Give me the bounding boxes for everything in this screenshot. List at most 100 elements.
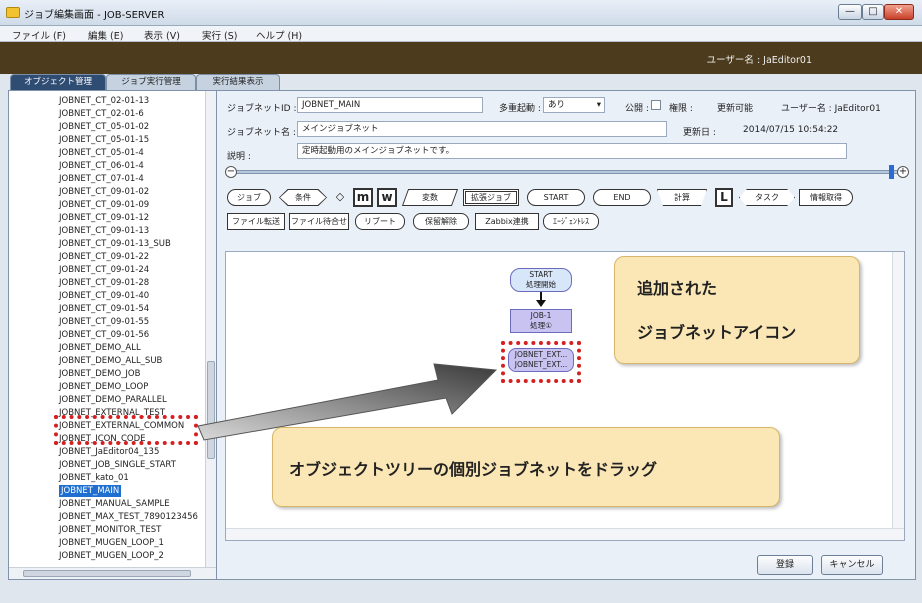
register-button[interactable]: 登録	[757, 555, 813, 575]
tree-item[interactable]: JOBNET_CT_09-01-22	[59, 251, 149, 263]
tree-item[interactable]: JOBNET_CT_09-01-40	[59, 290, 149, 302]
job-node-label: JOB-1	[530, 311, 552, 320]
tree-item[interactable]: JOBNET_MONITOR_TEST	[59, 524, 161, 536]
tree-item[interactable]: JOBNET_MANUAL_SAMPLE	[59, 498, 170, 510]
tree-item[interactable]: JOBNET_CT_05-01-02	[59, 121, 149, 133]
added-callout-line2: ジョブネットアイコン	[637, 323, 797, 342]
tree-item[interactable]: JOBNET_CT_09-01-24	[59, 264, 149, 276]
description-field[interactable]: 定時起動用のメインジョブネットです。	[297, 143, 847, 159]
tool-agentless[interactable]: ｴｰｼﾞｪﾝﾄﾚｽ	[543, 213, 599, 230]
tool-w[interactable]: w	[377, 188, 397, 207]
tool-job[interactable]: ジョブ	[227, 189, 271, 206]
tree-item[interactable]: JOBNET_DEMO_LOOP	[59, 381, 148, 393]
tool-file-transfer[interactable]: ファイル転送	[227, 213, 285, 230]
tool-condition[interactable]: 条件	[279, 189, 327, 206]
zoom-in-icon[interactable]: +	[897, 166, 909, 178]
tool-info-get[interactable]: 情報取得	[799, 189, 853, 206]
public-label: 公開 :	[625, 104, 649, 114]
job-node-sublabel: 処理①	[530, 321, 552, 330]
tree-item[interactable]: JOBNET_CT_02-01-13	[59, 95, 149, 107]
tool-info-icon[interactable]: ◇	[331, 189, 349, 206]
tree-item[interactable]: JOBNET_CT_09-01-12	[59, 212, 149, 224]
multi-start-value: あり	[548, 100, 566, 110]
chevron-down-icon: ▾	[596, 100, 601, 110]
tree-item[interactable]: JOBNET_DEMO_JOB	[59, 368, 140, 380]
jobnet-name-field[interactable]: メインジョブネット	[297, 121, 667, 137]
updated-value: 2014/07/15 10:54:22	[743, 125, 839, 135]
arrow-down-icon	[536, 300, 546, 307]
jobnet-id-label: ジョブネットID :	[227, 104, 297, 114]
tree-item[interactable]: JOBNET_CT_09-01-09	[59, 199, 149, 211]
tree-hscroll-thumb[interactable]	[23, 570, 191, 577]
maximize-button[interactable]: □	[862, 4, 884, 20]
tree-item[interactable]: JOBNET_CT_09-01-55	[59, 316, 149, 328]
tree-horizontal-scrollbar[interactable]	[9, 567, 216, 579]
tree-item[interactable]: JOBNET_CT_09-01-02	[59, 186, 149, 198]
multi-start-select[interactable]: あり ▾	[543, 97, 605, 113]
tree-item[interactable]: JOBNET_MAX_TEST_7890123456	[59, 511, 198, 523]
tool-m[interactable]: m	[353, 188, 373, 207]
tree-item[interactable]: JOBNET_DEMO_ALL	[59, 342, 141, 354]
window-title-bar: ジョブ編集画面 - JOB-SERVER — □ ✕	[0, 0, 922, 26]
tree-item[interactable]: JOBNET_CT_07-01-4	[59, 173, 144, 185]
tool-end[interactable]: END	[593, 189, 651, 206]
menu-edit[interactable]: 編集 (E)	[88, 28, 123, 42]
tool-reboot[interactable]: リブート	[355, 213, 405, 230]
tree-item[interactable]: JOBNET_CT_09-01-56	[59, 329, 149, 341]
tree-item[interactable]: JOBNET_JOB_SINGLE_START	[59, 459, 176, 471]
tab-job-execution[interactable]: ジョブ実行管理	[106, 74, 196, 90]
job-node[interactable]: JOB-1 処理①	[510, 309, 572, 333]
tree-item[interactable]: JOBNET_CT_05-01-15	[59, 134, 149, 146]
tree-item[interactable]: JOBNET_CT_09-01-28	[59, 277, 149, 289]
tree-item[interactable]: JOBNET_kato_01	[59, 472, 129, 484]
tree-item[interactable]: JOBNET_JaEditor04_135	[59, 446, 159, 458]
tree-item[interactable]: JOBNET_CT_09-01-13_SUB	[59, 238, 171, 250]
tree-item[interactable]: JOBNET_MUGEN_LOOP_2	[59, 550, 164, 562]
tool-extended-job[interactable]: 拡張ジョブ	[463, 189, 519, 206]
start-node[interactable]: START 処理開始	[510, 268, 572, 292]
header-bar: ユーザー名 : JaEditor01	[0, 42, 922, 74]
jobnet-id-field[interactable]: JOBNET_MAIN	[297, 97, 483, 113]
tree-item[interactable]: JOBNET_DEMO_ALL_SUB	[59, 355, 162, 367]
zoom-slider-track[interactable]	[231, 170, 899, 174]
close-button[interactable]: ✕	[884, 4, 914, 20]
tool-l[interactable]: L	[715, 188, 733, 207]
cancel-button[interactable]: キャンセル	[821, 555, 883, 575]
object-tree: JOBNET_CT_02-01-13 JOBNET_CT_02-01-6 JOBNE…	[9, 91, 205, 567]
tree-item[interactable]: JOBNET_CT_05-01-4	[59, 147, 144, 159]
tab-execution-result[interactable]: 実行結果表示	[196, 74, 280, 90]
menu-run[interactable]: 実行 (S)	[202, 28, 237, 42]
tree-item[interactable]: JOBNET_MAIN	[59, 485, 122, 497]
tree-item[interactable]: JOBNET_CT_09-01-54	[59, 303, 149, 315]
start-node-label: START	[529, 270, 553, 279]
tool-task[interactable]: タスク	[739, 189, 795, 206]
tab-object-management[interactable]: オブジェクト管理	[10, 74, 106, 90]
tool-file-wait[interactable]: ファイル待合せ	[289, 213, 349, 230]
tool-variable[interactable]: 変数	[401, 189, 459, 206]
drag-instruction-callout: オブジェクトツリーの個別ジョブネットをドラッグ	[272, 427, 780, 507]
object-tree-panel: JOBNET_CT_02-01-13 JOBNET_CT_02-01-6 JOBNE…	[8, 90, 216, 580]
tree-item[interactable]: JOBNET_CT_09-01-13	[59, 225, 149, 237]
zoom-out-icon[interactable]: −	[225, 166, 237, 178]
menu-help[interactable]: ヘルプ (H)	[256, 28, 302, 42]
header-user: ユーザー名 : JaEditor01	[706, 55, 812, 66]
tree-item[interactable]: JOBNET_MUGEN_LOOP_1	[59, 537, 164, 549]
app-icon	[6, 7, 20, 18]
menu-view[interactable]: 表示 (V)	[144, 28, 180, 42]
tool-zabbix[interactable]: Zabbix連携	[475, 213, 539, 230]
tree-drag-highlight	[54, 415, 198, 445]
tree-item[interactable]: JOBNET_DEMO_PARALLEL	[59, 394, 167, 406]
start-node-sublabel: 処理開始	[526, 280, 556, 289]
canvas-vertical-scrollbar[interactable]	[892, 252, 904, 528]
public-checkbox[interactable]	[651, 100, 661, 110]
menu-file[interactable]: ファイル (F)	[12, 28, 66, 42]
zoom-slider-thumb[interactable]	[889, 165, 894, 179]
tool-calc[interactable]: 計算	[657, 189, 707, 206]
tree-item[interactable]: JOBNET_CT_02-01-6	[59, 108, 144, 120]
tree-item[interactable]: JOBNET_CT_06-01-4	[59, 160, 144, 172]
canvas-horizontal-scrollbar[interactable]	[226, 528, 904, 540]
tree-vertical-scrollbar[interactable]	[205, 91, 216, 567]
tool-release-hold[interactable]: 保留解除	[413, 213, 469, 230]
minimize-button[interactable]: —	[838, 4, 862, 20]
tool-start[interactable]: START	[527, 189, 585, 206]
